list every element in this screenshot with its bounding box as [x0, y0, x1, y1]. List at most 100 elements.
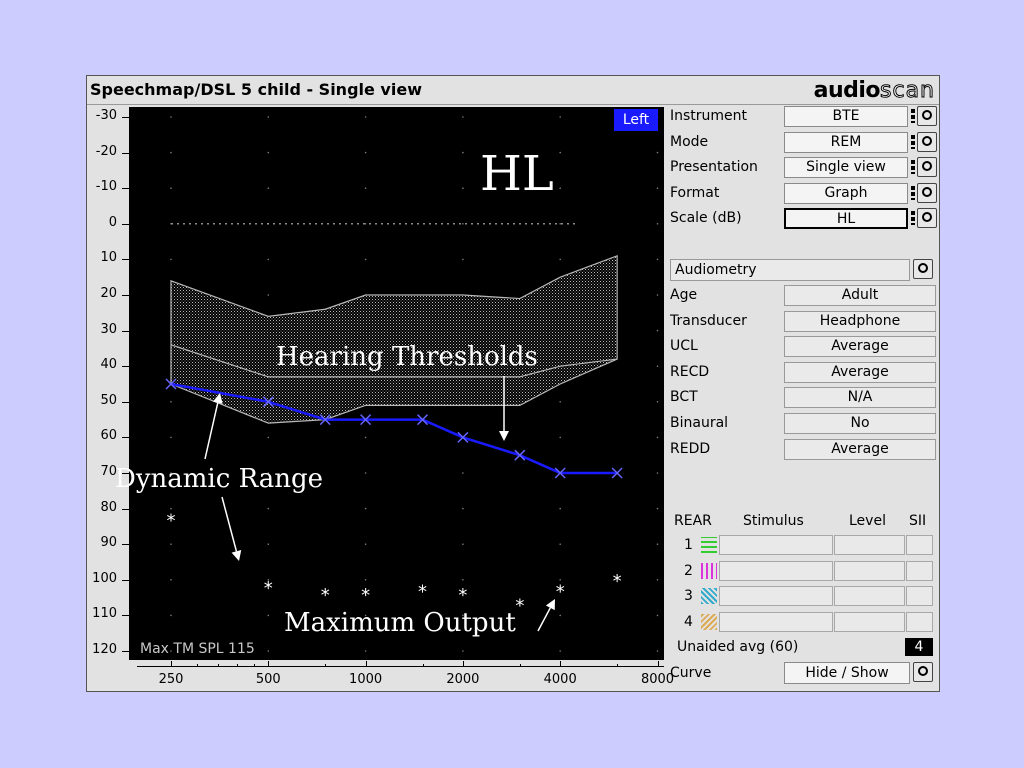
grid-dot	[559, 507, 561, 510]
grid-dot	[267, 116, 270, 118]
grid-dot	[364, 579, 367, 581]
rear-level-cell[interactable]	[834, 560, 905, 581]
audiometry-value[interactable]: Average	[784, 336, 936, 358]
level-header: Level	[849, 513, 886, 529]
ear-tag-left[interactable]: Left	[614, 109, 658, 131]
grid-dot	[656, 223, 659, 225]
rear-row-number: 1	[684, 537, 693, 553]
audiometry-knob-icon[interactable]	[913, 259, 933, 279]
rear-sii-cell[interactable]	[906, 611, 933, 632]
x-tick-mark	[560, 661, 562, 667]
title-separator	[87, 104, 939, 105]
grid-dot	[656, 365, 659, 368]
rear-sii-cell[interactable]	[906, 586, 933, 607]
y-tick-label: 0	[108, 214, 117, 230]
grid-dot	[462, 187, 464, 189]
grid-dot	[170, 579, 172, 581]
setting-label: Presentation	[670, 159, 758, 176]
y-tick-label: -30	[95, 108, 117, 123]
grid-dot	[559, 401, 561, 403]
rear-curve-swatch-icon	[701, 588, 717, 605]
audiometry-button[interactable]: Audiometry	[670, 259, 910, 281]
x-minor-tick	[422, 664, 424, 667]
rear-header: REAR	[674, 513, 712, 529]
audiometry-value[interactable]: Headphone	[784, 310, 936, 332]
grid-dot	[559, 650, 561, 652]
setting-value[interactable]: BTE	[784, 106, 908, 127]
setting-value[interactable]: Graph	[784, 182, 908, 204]
max-output-asterisk: *	[264, 578, 273, 599]
audiometry-value[interactable]: Adult	[784, 285, 936, 306]
audiometry-value[interactable]: N/A	[784, 387, 936, 409]
x-minor-tick	[617, 664, 619, 667]
grid-dot	[559, 543, 561, 545]
setting-value[interactable]: Single view	[784, 157, 908, 179]
grid-dot	[656, 258, 659, 261]
x-tick-label: 500	[255, 672, 281, 687]
y-tick-mark	[122, 544, 129, 546]
rear-stimulus-cell[interactable]	[719, 586, 833, 607]
rear-stimulus-cell[interactable]	[719, 611, 833, 632]
grid-dot	[559, 436, 561, 439]
grid-dot	[559, 579, 561, 581]
grid-dot	[267, 543, 270, 545]
rear-level-cell[interactable]	[834, 586, 905, 607]
rear-sii-cell[interactable]	[906, 560, 933, 581]
y-tick-mark	[122, 651, 129, 652]
rear-curve-swatch-icon	[701, 613, 717, 630]
cycle-knob-icon[interactable]	[917, 106, 937, 126]
grid-dot	[364, 187, 367, 189]
grid-dot	[364, 436, 367, 439]
title-bar: Speechmap/DSL 5 child - Single view audi…	[87, 76, 939, 104]
x-tick-label: 250	[158, 672, 184, 687]
grid-dot	[170, 116, 172, 118]
dynamic-range-annotation: Dynamic Range	[115, 464, 324, 494]
rear-stimulus-cell[interactable]	[719, 560, 833, 581]
grid-dot	[462, 543, 464, 545]
grid-dot	[364, 223, 367, 225]
rear-row-number: 4	[684, 613, 693, 630]
rear-sii-cell[interactable]	[906, 535, 933, 555]
grid-dot	[559, 258, 561, 261]
grid-dot	[559, 223, 561, 225]
audiometry-label: REDD	[670, 440, 711, 457]
grid-dot	[267, 258, 270, 261]
grid-dot	[462, 151, 464, 154]
grid-dot	[462, 258, 464, 261]
grid-dot	[656, 436, 659, 439]
curve-knob-icon[interactable]	[913, 662, 933, 682]
y-tick-label: 40	[100, 357, 117, 373]
y-tick-mark	[122, 508, 129, 510]
x-tick-mark	[268, 661, 270, 667]
grid-dot	[267, 507, 270, 510]
unaided-value: 4	[905, 638, 933, 656]
grid-dot	[462, 507, 464, 510]
cycle-knob-icon[interactable]	[917, 157, 937, 178]
option-dots-icon	[911, 134, 915, 149]
grid-dot	[462, 223, 464, 225]
audiometry-value[interactable]: Average	[784, 361, 936, 383]
rear-level-cell[interactable]	[834, 611, 905, 632]
audiometry-label: RECD	[670, 363, 710, 380]
audiometry-label: Age	[670, 287, 698, 303]
logo-bold: audio	[813, 78, 881, 103]
setting-value[interactable]: HL	[784, 208, 908, 230]
x-tick-mark	[657, 661, 659, 667]
plot-svg: * * * * * * * * *	[165, 116, 659, 652]
rear-stimulus-cell[interactable]	[719, 535, 833, 555]
y-tick-mark	[122, 401, 129, 403]
curve-hide-show-button[interactable]: Hide / Show	[784, 662, 910, 684]
cycle-knob-icon[interactable]	[917, 208, 937, 229]
rear-level-cell[interactable]	[834, 535, 905, 555]
logo-light: scan	[880, 78, 935, 104]
x-tick-label: 1000	[349, 672, 383, 687]
max-output-asterisk: *	[613, 571, 622, 592]
cycle-knob-icon[interactable]	[917, 131, 937, 152]
setting-value[interactable]: REM	[784, 131, 908, 153]
audiometry-value[interactable]: No	[784, 413, 936, 434]
grid-dot	[364, 507, 367, 510]
cycle-knob-icon[interactable]	[917, 182, 937, 203]
audiometry-value[interactable]: Average	[784, 438, 936, 460]
y-tick-mark	[122, 366, 129, 368]
y-tick-mark	[122, 615, 129, 617]
